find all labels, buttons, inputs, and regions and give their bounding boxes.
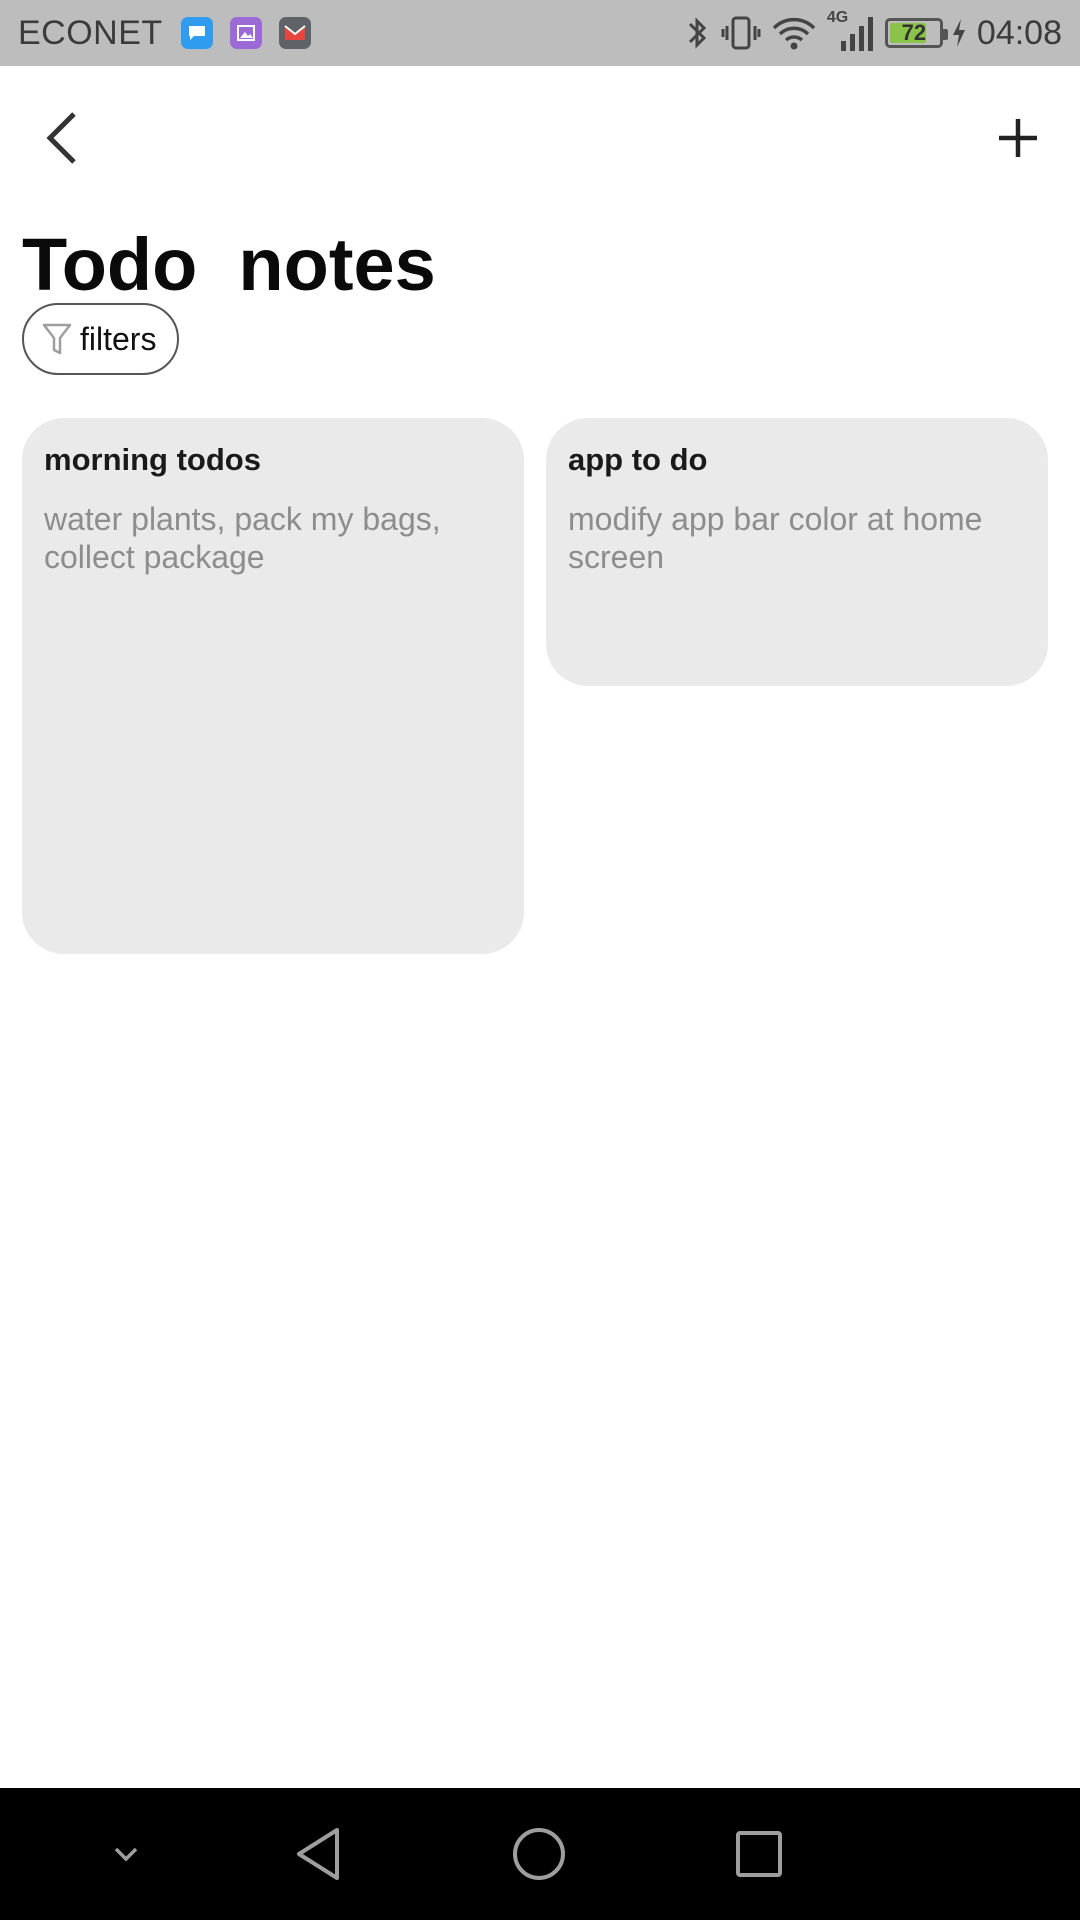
gallery-icon (229, 17, 262, 49)
bluetooth-icon (683, 14, 711, 52)
vibrate-icon (721, 14, 761, 52)
cellular-signal-icon: 4G (827, 9, 875, 53)
chevron-left-icon (46, 112, 76, 164)
app-bar (0, 66, 1080, 222)
wifi-icon (771, 14, 817, 52)
chevron-down-icon (114, 1847, 138, 1862)
page-title: Todo notes (22, 223, 436, 306)
note-card[interactable]: morning todos water plants, pack my bags… (22, 418, 524, 954)
screen: ECONET 4G 72 04:08 Todo notes filters mo… (0, 0, 1080, 1920)
status-left: ECONET (18, 14, 328, 53)
back-nav-button[interactable] (283, 1818, 355, 1890)
recents-nav-button[interactable] (723, 1818, 795, 1890)
battery-label: 72 (901, 20, 927, 45)
status-bar: ECONET 4G 72 04:08 (0, 0, 1080, 66)
battery-icon: 72 (884, 18, 948, 48)
home-nav-button[interactable] (503, 1818, 575, 1890)
carrier-label: ECONET (18, 13, 163, 52)
network-type-label: 4G (826, 9, 849, 26)
note-title: morning todos (44, 442, 261, 477)
filter-icon (42, 323, 72, 355)
status-right: 4G 72 04:08 (673, 9, 1062, 53)
hide-nav-button[interactable] (90, 1818, 162, 1890)
note-body: modify app bar color at home screen (568, 501, 983, 575)
charging-icon (951, 18, 967, 48)
messages-icon (180, 17, 213, 49)
circle-home-icon (513, 1828, 565, 1880)
filters-label: filters (80, 320, 157, 357)
add-note-button[interactable] (986, 106, 1050, 170)
triangle-back-icon (297, 1828, 339, 1880)
back-button[interactable] (30, 106, 94, 170)
note-title: app to do (568, 442, 708, 477)
note-card[interactable]: app to do modify app bar color at home s… (546, 418, 1048, 686)
gmail-icon (278, 17, 311, 49)
square-recents-icon (736, 1831, 782, 1877)
clock: 04:08 (976, 13, 1062, 52)
plus-icon (999, 119, 1037, 157)
filters-button[interactable]: filters (22, 303, 179, 375)
navigation-bar (0, 1788, 1080, 1920)
note-body: water plants, pack my bags, collect pack… (44, 501, 441, 575)
battery-tip (942, 29, 948, 40)
